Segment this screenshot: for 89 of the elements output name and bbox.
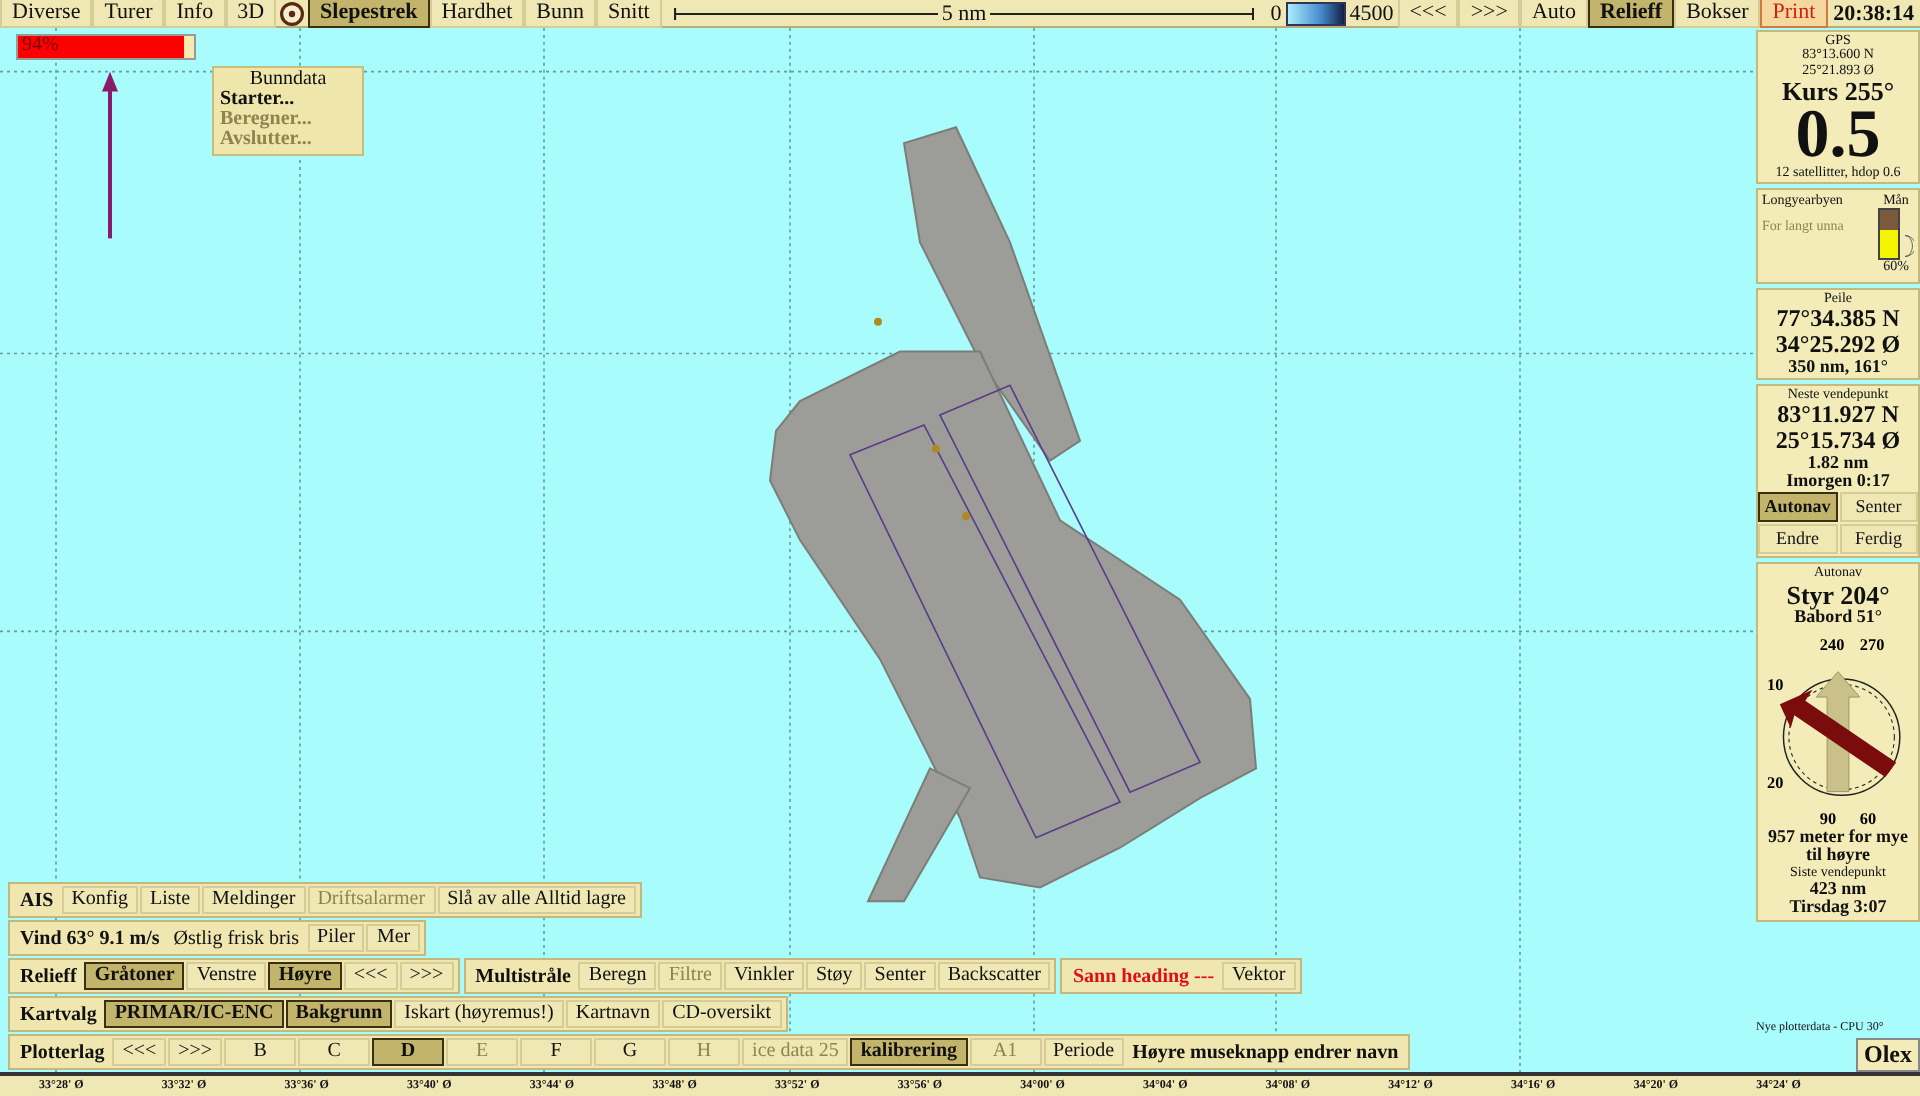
waypoint-button[interactable]: Ferdig [1839, 524, 1918, 555]
toolbar-button[interactable]: Info [164, 0, 226, 28]
toolbar-button[interactable]: Venstre [186, 962, 267, 990]
toolbar-button[interactable]: <<< [112, 1038, 167, 1066]
toolbar-button[interactable]: >>> [168, 1038, 223, 1066]
toolbar-button[interactable]: Bakgrunn [285, 1000, 393, 1028]
toolbar-button[interactable]: Hardhet [429, 0, 525, 28]
steer-text: Styr 204° [1786, 581, 1890, 609]
toolbar-button[interactable]: CD-oversikt [662, 1000, 782, 1028]
compass-label: 10 [1767, 675, 1784, 694]
toolbar-button[interactable]: C [298, 1038, 371, 1066]
wind-description: Østlig frisk bris [171, 927, 302, 949]
bearing-info: 350 nm, 161° [1788, 357, 1888, 376]
clock-time: 20:38:14 [1831, 1, 1916, 25]
compass-label: 240 [1819, 635, 1845, 654]
time-text: Tirsdag 3:07 [1789, 898, 1887, 918]
longitude-text: 34°25.292 Ø [1775, 331, 1901, 358]
toolbar-button[interactable]: F [520, 1038, 593, 1066]
print-button[interactable]: Print [1760, 0, 1828, 28]
eta-text: Imorgen 0:17 [1786, 471, 1890, 491]
toolbar-button[interactable]: Gråtoner [84, 962, 185, 990]
longitude-text: 25°15.734 Ø [1775, 427, 1901, 454]
depth-range-label: 0 [1268, 1, 1284, 25]
toolbar-button[interactable]: Slepestrek [308, 0, 430, 28]
depth-range-label: 4500 [1347, 1, 1396, 25]
latitude-text: 77°34.385 N [1776, 306, 1900, 332]
speed-value: 0.5 [1795, 105, 1881, 166]
toolbar-button[interactable]: Vektor [1222, 962, 1296, 990]
toolbar-button[interactable]: Vinkler [723, 962, 804, 990]
logo: Olex [1856, 1038, 1920, 1072]
toolbar-button[interactable]: Auto [1519, 0, 1588, 28]
distance-text: 423 nm [1809, 880, 1867, 899]
toolbar-button[interactable]: Støy [805, 962, 863, 990]
target-icon[interactable] [280, 1, 305, 25]
toolbar-button[interactable]: Beregn [578, 962, 657, 990]
toolbar-button[interactable]: Høyre [268, 962, 342, 990]
toolbar-label: Multistråle [473, 965, 573, 987]
compass-label: 60 [1859, 810, 1877, 828]
toolbar-label: Plotterlag [18, 1041, 107, 1063]
menu-item[interactable]: Starter... [220, 90, 356, 110]
distance-text: 1.82 nm [1807, 453, 1869, 472]
port-text: Babord 51° [1794, 608, 1882, 628]
heading-warning: Sann heading --- [1070, 965, 1217, 987]
toolbar-button[interactable]: 3D [225, 0, 277, 28]
toolbar-button[interactable]: Senter [864, 962, 936, 990]
toolbar-button[interactable]: Slå av alle Alltid lagre [437, 886, 636, 914]
toolbar-button[interactable]: G [594, 1038, 667, 1066]
toolbar-button[interactable]: Bokser [1674, 0, 1761, 28]
toolbar-button[interactable]: Iskart (høyremus!) [394, 1000, 564, 1028]
toolbar-button[interactable]: >>> [399, 962, 454, 990]
toolbar-label: AIS [18, 889, 56, 911]
toolbar-label: Vind 63° 9.1 m/s [18, 927, 162, 949]
compass-label: 90 [1819, 810, 1837, 828]
course-text: Kurs 255° [1781, 78, 1895, 106]
toolbar-button[interactable]: B [224, 1038, 297, 1066]
toolbar-button[interactable]: Bunn [524, 0, 597, 28]
steer-message: 957 meter for mye til høyre [1768, 827, 1908, 866]
toolbar-button[interactable]: Konfig [61, 886, 139, 914]
toolbar-button[interactable]: kalibrering [850, 1038, 968, 1066]
toolbar-button[interactable]: Kartnavn [565, 1000, 661, 1028]
toolbar-label: Relieff [18, 965, 79, 987]
compass-label: 20 [1767, 773, 1784, 792]
menu-title: Bunndata [247, 70, 329, 90]
toolbar-button[interactable]: Relieff [1587, 0, 1675, 28]
toolbar-button[interactable]: Turer [92, 0, 165, 28]
waypoint-button[interactable]: Senter [1839, 492, 1918, 523]
depth-color-gradient [1285, 1, 1346, 25]
toolbar-button[interactable]: <<< [1397, 0, 1459, 28]
latitude-text: 83°11.927 N [1777, 402, 1899, 428]
toolbar-button[interactable]: Piler [307, 924, 365, 952]
waypoint-button[interactable]: Endre [1758, 524, 1837, 555]
toolbar-button[interactable]: Liste [140, 886, 201, 914]
toolbar-label: Høyre museknapp endrer navn [1130, 1041, 1401, 1063]
toolbar-button[interactable]: Backscatter [937, 962, 1051, 990]
toolbar-label: Kartvalg [18, 1003, 99, 1025]
waypoint-button[interactable]: Autonav [1758, 492, 1837, 523]
progress-label: 94% [22, 34, 59, 56]
crescent-icon [1902, 232, 1914, 261]
compass-label: 270 [1859, 635, 1885, 654]
scale-label: 5 nm [939, 1, 989, 25]
toolbar-button[interactable]: PRIMAR/IC-ENC [104, 1000, 284, 1028]
toolbar-button[interactable]: Snitt [596, 0, 662, 28]
toolbar-button[interactable]: Mer [366, 924, 421, 952]
toolbar-button[interactable]: >>> [1458, 0, 1520, 28]
toolbar-button[interactable]: Diverse [0, 0, 93, 28]
toolbar-button[interactable]: <<< [343, 962, 398, 990]
toolbar-button[interactable]: Periode [1043, 1038, 1125, 1066]
toolbar-button[interactable]: Meldinger [202, 886, 306, 914]
toolbar-button[interactable]: D [372, 1038, 445, 1066]
